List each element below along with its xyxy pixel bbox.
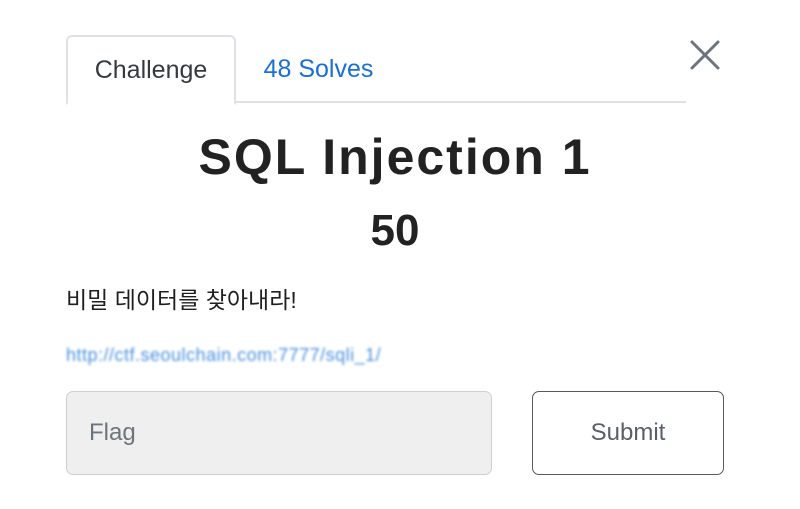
close-button[interactable]	[686, 36, 724, 74]
challenge-name: SQL Injection 1	[198, 129, 592, 185]
close-icon	[690, 40, 720, 70]
flag-input[interactable]	[66, 391, 492, 475]
tab-solves[interactable]: 48 Solves	[246, 35, 391, 103]
challenge-link[interactable]: http://ctf.seoulchain.com:7777/sqli_1/	[66, 345, 381, 366]
challenge-tabs: Challenge 48 Solves	[66, 35, 686, 105]
challenge-value: 50	[370, 206, 420, 255]
challenge-description: 비밀 데이터를 찾아내라!	[66, 287, 297, 313]
tab-challenge[interactable]: Challenge	[66, 35, 236, 105]
submit-button[interactable]: Submit	[532, 391, 724, 475]
challenge-modal: Challenge 48 Solves SQL Injection 1 50 비…	[0, 0, 800, 509]
